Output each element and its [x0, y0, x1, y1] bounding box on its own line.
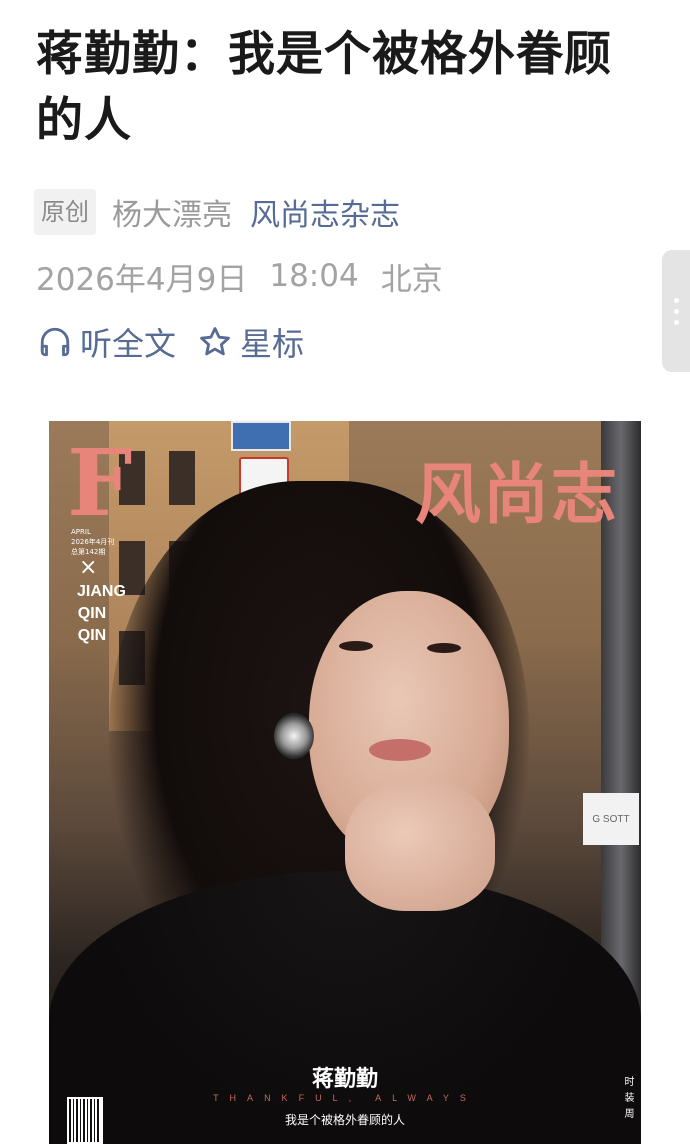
article-page: 蒋勤勤：我是个被格外眷顾的人 原创 杨大漂亮 风尚志杂志 2026年4月9日 1… [0, 0, 690, 1144]
model-eye [339, 641, 373, 651]
collab-cross: × [79, 555, 98, 580]
pole-sticker: G SOTT [583, 793, 639, 845]
star-button[interactable]: 星标 [198, 319, 304, 365]
listen-button[interactable]: 听全文 [38, 319, 176, 365]
earring [274, 713, 314, 759]
magazine-logo: F [67, 429, 133, 537]
publish-date: 2026年4月9日 [36, 261, 248, 298]
barcode [67, 1097, 103, 1144]
article-actions: 听全文 星标 [38, 318, 304, 366]
more-options-handle[interactable] [662, 250, 690, 372]
dot-icon [673, 319, 679, 325]
magazine-cover-image: G SOTT F APRIL 2026年4月刊 总第142期 × JIANG Q… [49, 421, 641, 1144]
model-hand [345, 781, 495, 911]
star-icon [200, 327, 230, 356]
article-meta: 原创 杨大漂亮 风尚志杂志 [34, 188, 400, 236]
dot-icon [673, 308, 679, 314]
author-name: 杨大漂亮 [112, 198, 232, 233]
publish-info: 2026年4月9日 18:04 北京 [36, 253, 443, 299]
star-label: 星标 [240, 325, 305, 363]
cover-tagline: THANKFUL, ALWAYS [213, 1093, 477, 1103]
street-sign [231, 421, 291, 451]
original-badge: 原创 [34, 189, 96, 235]
cover-spine-text: 时装周 [622, 1076, 633, 1124]
cover-star-name: 蒋勤勤 [311, 1066, 378, 1092]
dot-icon [673, 297, 679, 303]
cover-subtitle: 我是个被格外眷顾的人 [284, 1113, 405, 1127]
publish-time: 18:04 [269, 258, 359, 294]
listen-label: 听全文 [80, 325, 177, 363]
issue-info: APRIL 2026年4月刊 总第142期 [71, 528, 115, 556]
headphones-icon [40, 327, 70, 357]
model-lips [369, 739, 431, 761]
account-link[interactable]: 风尚志杂志 [250, 190, 400, 234]
cover-star-vertical-name: JIANG QIN QIN [77, 583, 126, 644]
article-title: 蒋勤勤：我是个被格外眷顾的人 [36, 27, 612, 148]
publish-location: 北京 [380, 261, 443, 298]
model-eye [427, 643, 461, 653]
magazine-masthead: 风尚志 [415, 455, 619, 533]
